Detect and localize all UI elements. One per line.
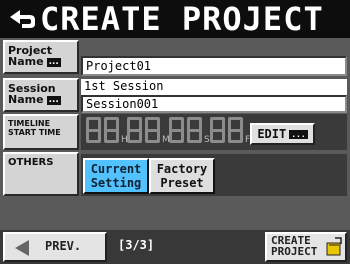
project-name-field: Project01: [81, 56, 347, 76]
factory-preset-line1: Factory: [156, 162, 208, 176]
edit-button[interactable]: EDIT...: [250, 123, 315, 145]
factory-preset-line2: Preset: [160, 176, 204, 190]
page-title: CREATE PROJECT: [40, 0, 324, 38]
session-name-label-2: Name: [8, 93, 44, 106]
session-name-field: Session001: [81, 95, 347, 113]
timecode-digit: [169, 117, 184, 143]
others-label-text: OTHERS: [8, 157, 54, 168]
current-setting-line1: Current: [90, 162, 142, 176]
prev-button[interactable]: PREV.: [3, 232, 107, 262]
edit-dots-icon: ...: [46, 95, 61, 105]
edit-label: EDIT: [257, 127, 287, 141]
return-arrow-icon[interactable]: [8, 6, 38, 32]
session-display-name: 1st Session: [81, 79, 347, 96]
create-line2: PROJECT: [271, 245, 318, 258]
timecode-digit: [228, 117, 243, 143]
edit-dots-icon: ...: [46, 57, 61, 67]
title-bar: CREATE PROJECT: [0, 0, 350, 38]
left-arrow-icon: [15, 240, 29, 256]
edit-dots-icon: ...: [289, 130, 308, 139]
folder-icon: [326, 237, 342, 256]
project-name-label-2: Name: [8, 55, 44, 68]
timecode-digit: [187, 117, 202, 143]
timecode-digit: [127, 117, 142, 143]
factory-preset-option[interactable]: Factory Preset: [149, 158, 215, 194]
project-name-button[interactable]: Project Name...: [3, 40, 79, 74]
timecode-digit: [104, 117, 119, 143]
current-setting-option[interactable]: Current Setting: [83, 158, 149, 194]
create-project-label: CREATE PROJECT: [271, 235, 317, 257]
timecode-digit: [86, 117, 101, 143]
session-name-button[interactable]: Session Name...: [3, 78, 79, 112]
timeline-label-1: TIMELINE: [8, 119, 51, 128]
timeline-label-2: START TIME: [8, 128, 61, 137]
timecode-digit: [210, 117, 225, 143]
prev-label: PREV.: [45, 239, 82, 253]
current-setting-line2: Setting: [90, 176, 142, 190]
others-label: OTHERS: [3, 152, 79, 196]
timeline-start-label: TIMELINE START TIME: [3, 114, 79, 150]
seconds-label: S: [204, 135, 210, 145]
timecode-digit: [145, 117, 160, 143]
create-project-button[interactable]: CREATE PROJECT: [265, 232, 347, 262]
page-indicator: [3/3]: [118, 238, 155, 252]
